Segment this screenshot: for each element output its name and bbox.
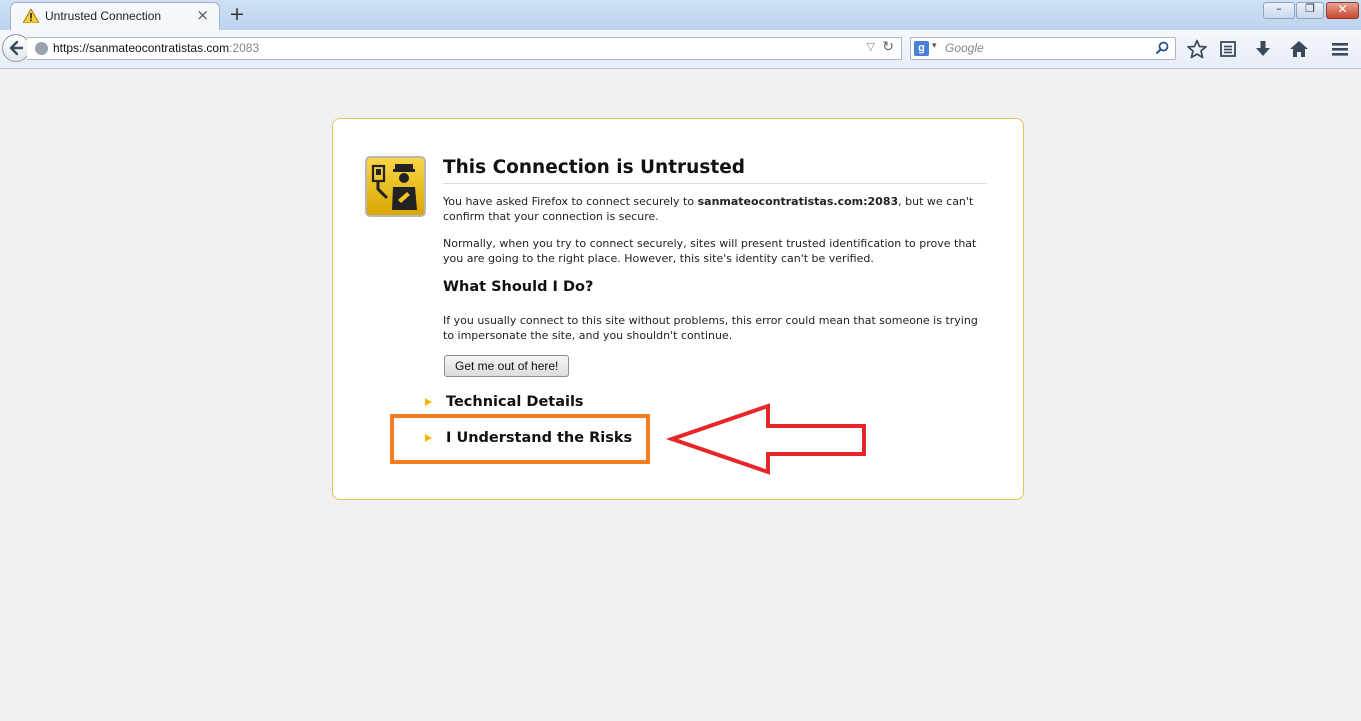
title-bar: Untrusted Connection × + – ❐ ✕	[0, 0, 1361, 30]
search-magnifier-icon[interactable]	[1155, 41, 1169, 55]
expand-triangle-icon	[425, 398, 432, 406]
search-engine-badge[interactable]: g	[914, 41, 929, 56]
site-host: sanmateocontratistas.com:2083	[697, 195, 899, 208]
url-text[interactable]: https://sanmateocontratistas.com:2083	[53, 41, 259, 55]
bookmarks-list-icon[interactable]	[1218, 39, 1238, 59]
certificate-officer-icon	[365, 156, 426, 217]
search-bar[interactable]: g ▾ Google	[910, 37, 1176, 60]
new-tab-button[interactable]: +	[229, 3, 245, 25]
page-title: This Connection is Untrusted	[443, 157, 987, 184]
minimize-button[interactable]: –	[1263, 2, 1295, 19]
globe-icon	[35, 42, 48, 55]
intro-paragraph: You have asked Firefox to connect secure…	[443, 194, 983, 224]
intro-text-start: You have asked Firefox to connect secure…	[443, 195, 698, 208]
warning-icon	[23, 9, 39, 23]
highlight-box	[390, 414, 650, 464]
maximize-icon: ❐	[1305, 2, 1315, 15]
download-icon[interactable]	[1253, 39, 1273, 59]
url-host: https://sanmateocontratistas.com	[53, 41, 230, 55]
advice-paragraph: If you usually connect to this site with…	[443, 314, 978, 342]
url-bar[interactable]: https://sanmateocontratistas.com:2083 ▽ …	[27, 37, 902, 60]
close-icon: ✕	[1337, 2, 1348, 16]
search-engine-dropdown-icon[interactable]: ▾	[932, 41, 937, 51]
tab-close-icon[interactable]: ×	[196, 6, 209, 24]
back-button[interactable]	[2, 34, 30, 62]
url-history-dropdown-icon[interactable]: ▽	[867, 40, 875, 53]
reload-icon[interactable]: ↻	[882, 39, 894, 55]
back-arrow-icon	[9, 40, 24, 56]
tab-title: Untrusted Connection	[45, 9, 162, 23]
close-window-button[interactable]: ✕	[1326, 2, 1359, 19]
maximize-button[interactable]: ❐	[1296, 2, 1324, 19]
technical-details-expander[interactable]: Technical Details	[425, 394, 625, 414]
nav-toolbar: https://sanmateocontratistas.com:2083 ▽ …	[0, 30, 1361, 69]
menu-icon[interactable]	[1330, 39, 1350, 59]
url-port: :2083	[229, 41, 260, 55]
bookmark-star-icon[interactable]	[1187, 39, 1207, 59]
search-input[interactable]: Google	[945, 41, 984, 55]
get-me-out-button[interactable]: Get me out of here!	[444, 355, 570, 377]
tab-untrusted-connection[interactable]: Untrusted Connection ×	[10, 2, 220, 30]
home-icon[interactable]	[1289, 39, 1309, 59]
explanation-paragraph: Normally, when you try to connect secure…	[443, 237, 977, 265]
what-should-i-do-heading: What Should I Do?	[443, 279, 594, 295]
technical-details-label: Technical Details	[446, 394, 584, 410]
minimize-icon: –	[1276, 2, 1282, 15]
red-arrow-annotation	[665, 403, 866, 475]
